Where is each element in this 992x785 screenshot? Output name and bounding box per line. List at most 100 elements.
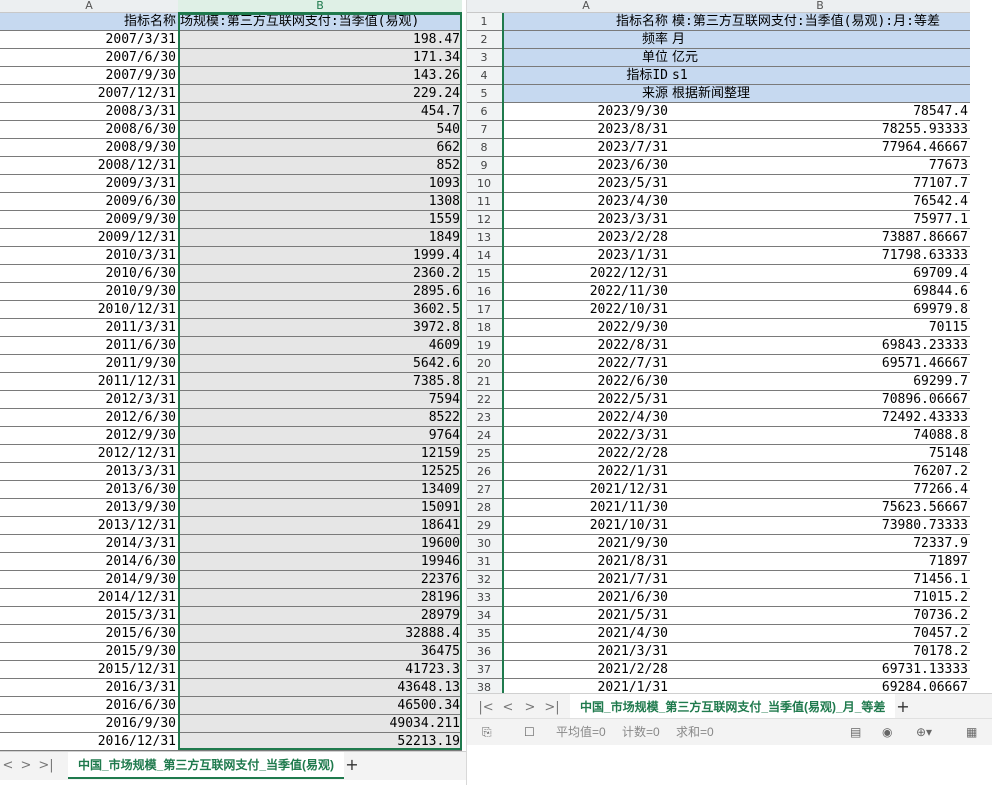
value-cell[interactable]: 71897 [670, 553, 970, 570]
macro-icon[interactable]: ⎘ [482, 719, 492, 745]
date-cell[interactable]: 2021/8/31 [502, 553, 670, 570]
meta-value-cell[interactable]: 亿元 [670, 49, 970, 66]
value-cell[interactable]: 229.24 [178, 85, 462, 102]
value-cell[interactable]: 77266.4 [670, 481, 970, 498]
date-cell[interactable]: 2008/6/30 [0, 121, 178, 138]
date-cell[interactable]: 2021/5/31 [502, 607, 670, 624]
date-cell[interactable]: 2008/12/31 [0, 157, 178, 174]
row-number[interactable]: 23 [466, 409, 503, 426]
next-sheet-icon[interactable]: > [18, 758, 34, 774]
value-cell[interactable]: 19600 [178, 535, 462, 552]
date-cell[interactable]: 2016/12/31 [0, 733, 178, 750]
value-cell[interactable]: 1849 [178, 229, 462, 246]
value-cell[interactable]: 36475 [178, 643, 462, 660]
date-cell[interactable]: 2009/12/31 [0, 229, 178, 246]
date-cell[interactable]: 2021/6/30 [502, 589, 670, 606]
row-number[interactable]: 14 [466, 247, 503, 264]
date-cell[interactable]: 2009/9/30 [0, 211, 178, 228]
eye-protect-icon[interactable]: ◉ [882, 719, 892, 745]
row-number[interactable]: 7 [466, 121, 503, 138]
value-cell[interactable]: 19946 [178, 553, 462, 570]
date-cell[interactable]: 2023/1/31 [502, 247, 670, 264]
value-cell[interactable]: 70896.06667 [670, 391, 970, 408]
row-number[interactable]: 5 [466, 85, 503, 102]
value-cell[interactable]: 72337.9 [670, 535, 970, 552]
date-cell[interactable]: 2022/5/31 [502, 391, 670, 408]
value-cell[interactable]: 77107.7 [670, 175, 970, 192]
meta-value-cell[interactable]: 根据新闻整理 [670, 85, 970, 102]
value-cell[interactable]: 70115 [670, 319, 970, 336]
next-sheet-icon[interactable]: > [522, 700, 538, 716]
date-cell[interactable]: 2023/9/30 [502, 103, 670, 120]
value-cell[interactable]: 70736.2 [670, 607, 970, 624]
date-cell[interactable]: 2014/9/30 [0, 571, 178, 588]
row-number[interactable]: 15 [466, 265, 503, 282]
date-cell[interactable]: 2012/3/31 [0, 391, 178, 408]
date-cell[interactable]: 2021/9/30 [502, 535, 670, 552]
value-cell[interactable]: 73887.86667 [670, 229, 970, 246]
sheet-tab-active[interactable]: 中国_市场规模_第三方互联网支付_当季值(易观) [68, 752, 345, 779]
row-number[interactable]: 20 [466, 355, 503, 372]
date-cell[interactable]: 2022/10/31 [502, 301, 670, 318]
row-number[interactable]: 35 [466, 625, 503, 642]
date-cell[interactable]: 2023/2/28 [502, 229, 670, 246]
date-cell[interactable]: 2007/3/31 [0, 31, 178, 48]
value-cell[interactable]: 12159 [178, 445, 462, 462]
date-cell[interactable]: 2016/3/31 [0, 679, 178, 696]
value-cell[interactable]: 12525 [178, 463, 462, 480]
row-number[interactable]: 31 [466, 553, 503, 570]
meta-value-cell[interactable]: 模:第三方互联网支付:当季值(易观):月:等差 [670, 13, 970, 30]
date-cell[interactable]: 2015/3/31 [0, 607, 178, 624]
date-cell[interactable]: 2023/8/31 [502, 121, 670, 138]
value-cell[interactable]: 72492.43333 [670, 409, 970, 426]
value-cell[interactable]: 3602.5 [178, 301, 462, 318]
value-cell[interactable]: 4609 [178, 337, 462, 354]
normal-view-icon[interactable]: ▦ [966, 719, 977, 745]
date-cell[interactable]: 2022/6/30 [502, 373, 670, 390]
value-cell[interactable]: 22376 [178, 571, 462, 588]
meta-value-cell[interactable]: 月 [670, 31, 970, 48]
date-cell[interactable]: 2014/3/31 [0, 535, 178, 552]
value-cell[interactable]: 76207.2 [670, 463, 970, 480]
value-cell[interactable]: 9764 [178, 427, 462, 444]
prev-sheet-icon[interactable]: < [0, 758, 16, 774]
value-cell[interactable]: 18641 [178, 517, 462, 534]
date-cell[interactable]: 2023/4/30 [502, 193, 670, 210]
date-cell[interactable]: 2021/7/31 [502, 571, 670, 588]
date-cell[interactable]: 2021/2/28 [502, 661, 670, 678]
row-number[interactable]: 25 [466, 445, 503, 462]
date-cell[interactable]: 2022/4/30 [502, 409, 670, 426]
value-cell[interactable]: 76542.4 [670, 193, 970, 210]
date-cell[interactable]: 2021/4/30 [502, 625, 670, 642]
value-cell[interactable]: 52213.19 [178, 733, 462, 750]
date-cell[interactable]: 2014/6/30 [0, 553, 178, 570]
meta-label-cell[interactable]: 频率 [502, 31, 670, 48]
value-cell[interactable]: 852 [178, 157, 462, 174]
date-cell[interactable]: 2022/3/31 [502, 427, 670, 444]
value-cell[interactable]: 73980.73333 [670, 517, 970, 534]
date-cell[interactable]: 2012/9/30 [0, 427, 178, 444]
value-cell[interactable]: 7594 [178, 391, 462, 408]
date-cell[interactable]: 2009/6/30 [0, 193, 178, 210]
date-cell[interactable]: 2015/9/30 [0, 643, 178, 660]
row-number[interactable]: 33 [466, 589, 503, 606]
date-cell[interactable]: 2022/9/30 [502, 319, 670, 336]
value-cell[interactable]: 8522 [178, 409, 462, 426]
column-header-a[interactable]: A [502, 0, 670, 13]
header-cell-b[interactable]: 场规模:第三方互联网支付:当季值(易观) [178, 13, 462, 30]
value-cell[interactable]: 3972.8 [178, 319, 462, 336]
row-number[interactable]: 21 [466, 373, 503, 390]
meta-label-cell[interactable]: 指标名称 [502, 13, 670, 30]
date-cell[interactable]: 2022/8/31 [502, 337, 670, 354]
row-number[interactable]: 11 [466, 193, 503, 210]
value-cell[interactable]: 28979 [178, 607, 462, 624]
value-cell[interactable]: 69843.23333 [670, 337, 970, 354]
row-number[interactable]: 32 [466, 571, 503, 588]
add-sheet-button[interactable]: + [894, 698, 912, 716]
date-cell[interactable]: 2013/12/31 [0, 517, 178, 534]
date-cell[interactable]: 2010/9/30 [0, 283, 178, 300]
date-cell[interactable]: 2021/10/31 [502, 517, 670, 534]
value-cell[interactable]: 71798.63333 [670, 247, 970, 264]
row-number[interactable]: 28 [466, 499, 503, 516]
value-cell[interactable]: 75148 [670, 445, 970, 462]
